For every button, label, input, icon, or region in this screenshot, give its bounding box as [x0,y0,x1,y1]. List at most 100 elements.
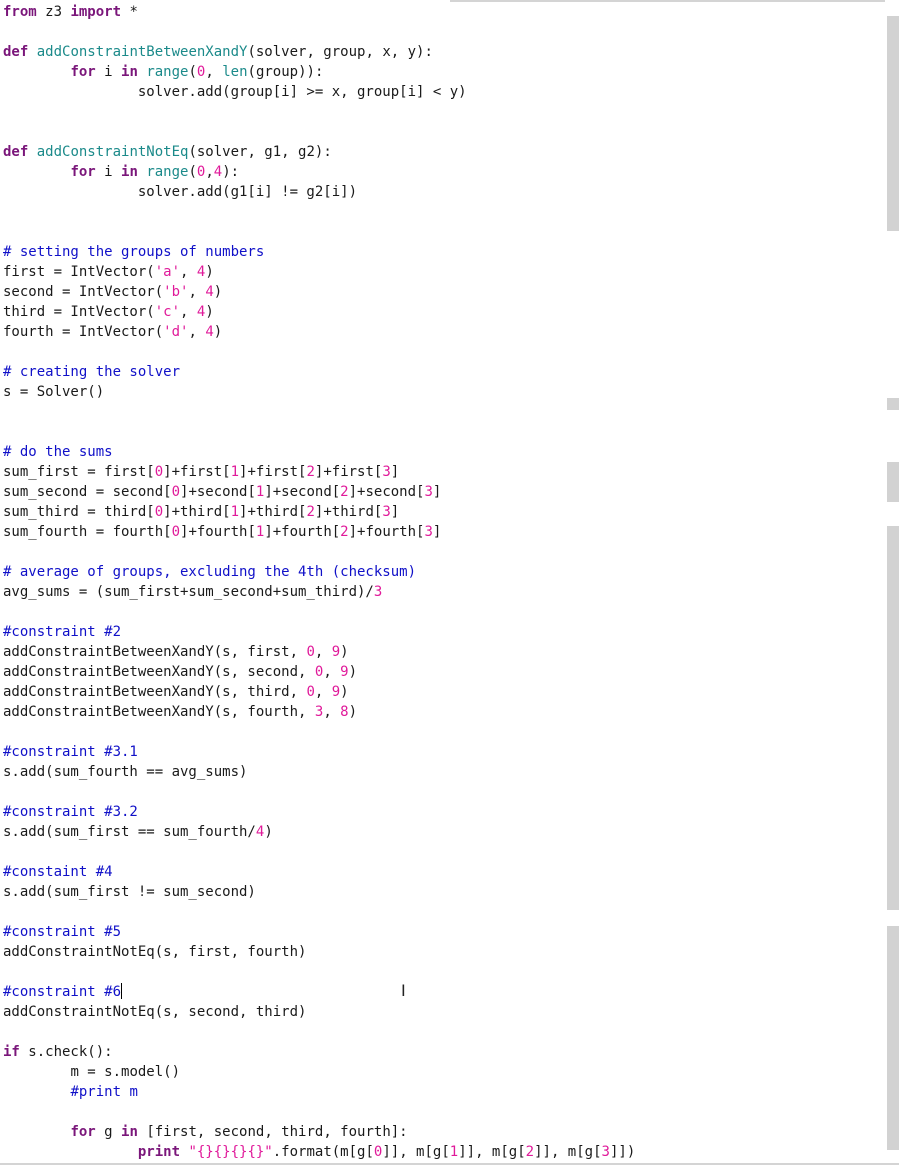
code-line[interactable]: s.add(sum_fourth == avg_sums) [3,762,635,782]
code-token: ]+second[ [180,484,256,500]
code-token: def [3,144,29,160]
code-line[interactable] [3,1022,635,1042]
code-line[interactable] [3,402,635,422]
code-line[interactable]: addConstraintBetweenXandY(s, second, 0, … [3,662,635,682]
code-token: 3 [424,484,433,500]
code-token: #constraint #3.2 [3,804,138,820]
code-token: ) [348,704,358,720]
code-token: i [95,64,122,80]
code-line[interactable] [3,902,635,922]
code-line[interactable]: #print m [3,1082,635,1102]
code-token: ]+first[ [314,464,383,480]
code-line[interactable]: solver.add(g1[i] != g2[i]) [3,182,635,202]
code-token: ]+second[ [348,484,425,500]
code-line[interactable]: # setting the groups of numbers [3,242,635,262]
code-token: ]+fourth[ [264,524,341,540]
code-line[interactable]: sum_fourth = fourth[0]+fourth[1]+fourth[… [3,522,635,542]
overview-scrollbar[interactable] [885,0,899,1165]
code-line[interactable]: s.add(sum_first == sum_fourth/4) [3,822,635,842]
code-line[interactable]: for g in [first, second, third, fourth]: [3,1122,635,1142]
code-line[interactable]: third = IntVector('c', 4) [3,302,635,322]
code-token: 'd' [163,324,189,340]
code-token: s = Solver() [3,384,105,400]
code-token: for [70,64,96,80]
code-line[interactable]: def addConstraintNotEq(solver, g1, g2): [3,142,635,162]
code-token: ]+fourth[ [348,524,425,540]
code-line[interactable] [3,602,635,622]
code-token: ]+third[ [239,504,307,520]
code-token: ) [205,304,214,320]
code-line[interactable]: addConstraintBetweenXandY(s, fourth, 3, … [3,702,635,722]
code-token: sum_second = second[ [3,484,172,500]
code-token: addConstraintNotEq(s, first, fourth) [3,944,307,960]
code-line[interactable] [3,1102,635,1122]
code-token: 2 [306,504,315,520]
code-line[interactable]: # creating the solver [3,362,635,382]
code-line[interactable] [3,722,635,742]
code-line[interactable] [3,342,635,362]
code-token: sum_third = third[ [3,504,155,520]
code-line[interactable] [3,202,635,222]
code-token: fourth = IntVector( [3,324,164,340]
code-line[interactable] [3,122,635,142]
code-line[interactable]: # average of groups, excluding the 4th (… [3,562,635,582]
code-line[interactable]: addConstraintNotEq(s, second, third) [3,1002,635,1022]
code-token: 9 [340,664,349,680]
code-line[interactable]: def addConstraintBetweenXandY(solver, gr… [3,42,635,62]
code-line[interactable]: for i in range(0, len(group)): [3,62,635,82]
code-line[interactable] [3,842,635,862]
code-token: ): [222,164,240,180]
code-token: ]], m[g[ [382,1144,450,1160]
code-line[interactable]: for i in range(0,4): [3,162,635,182]
code-token: g [95,1124,122,1140]
text-cursor-ibeam-icon: I [401,981,406,1000]
code-line[interactable]: m = s.model() [3,1062,635,1082]
code-line[interactable]: addConstraintBetweenXandY(s, first, 0, 9… [3,642,635,662]
code-token: 2 [306,464,315,480]
code-line[interactable] [3,422,635,442]
code-line[interactable] [3,782,635,802]
code-line[interactable]: if s.check(): [3,1042,635,1062]
code-line[interactable]: #constraint #3.2 [3,802,635,822]
code-token: import [70,4,122,20]
code-token: 0 [154,464,164,480]
code-token: 2 [340,484,349,500]
code-text[interactable]: from z3 import * def addConstraintBetween… [3,2,635,1162]
code-line[interactable]: solver.add(group[i] >= x, group[i] < y) [3,82,635,102]
code-line[interactable]: addConstraintBetweenXandY(s, third, 0, 9… [3,682,635,702]
code-line[interactable]: sum_first = first[0]+first[1]+first[2]+f… [3,462,635,482]
code-line[interactable]: from z3 import * [3,2,635,22]
code-line[interactable] [3,22,635,42]
code-line[interactable]: fourth = IntVector('d', 4) [3,322,635,342]
code-line[interactable]: first = IntVector('a', 4) [3,262,635,282]
code-line[interactable]: s.add(sum_first != sum_second) [3,882,635,902]
code-line[interactable]: sum_third = third[0]+third[1]+third[2]+t… [3,502,635,522]
code-line[interactable]: print "{}{}{}{}".format(m[g[0]], m[g[1]]… [3,1142,635,1162]
code-line[interactable]: #constaint #4 [3,862,635,882]
code-token: 2 [340,524,349,540]
code-line[interactable] [3,222,635,242]
code-line[interactable]: #constraint #2 [3,622,635,642]
code-line[interactable] [3,102,635,122]
code-token: sum_fourth = fourth[ [3,524,172,540]
code-line[interactable]: avg_sums = (sum_first+sum_second+sum_thi… [3,582,635,602]
code-editor[interactable]: from z3 import * def addConstraintBetween… [0,0,885,1165]
code-token: ) [213,284,223,300]
code-line[interactable]: # do the sums [3,442,635,462]
scrollbar-thumb[interactable] [887,16,899,231]
code-line[interactable] [3,962,635,982]
code-line[interactable] [3,542,635,562]
code-line[interactable]: second = IntVector('b', 4) [3,282,635,302]
code-line[interactable]: s = Solver() [3,382,635,402]
code-line[interactable]: sum_second = second[0]+second[1]+second[… [3,482,635,502]
code-token: ]+first[ [163,464,231,480]
code-token: .format(m[g[ [272,1144,374,1160]
code-token: third = IntVector( [3,304,155,320]
code-line[interactable]: addConstraintNotEq(s, first, fourth) [3,942,635,962]
code-line[interactable]: #constraint #6 [3,982,635,1002]
code-line[interactable]: #constraint #5 [3,922,635,942]
code-token: solver.add(group[i] >= x, group[i] < y) [3,84,467,100]
code-line[interactable]: #constraint #3.1 [3,742,635,762]
